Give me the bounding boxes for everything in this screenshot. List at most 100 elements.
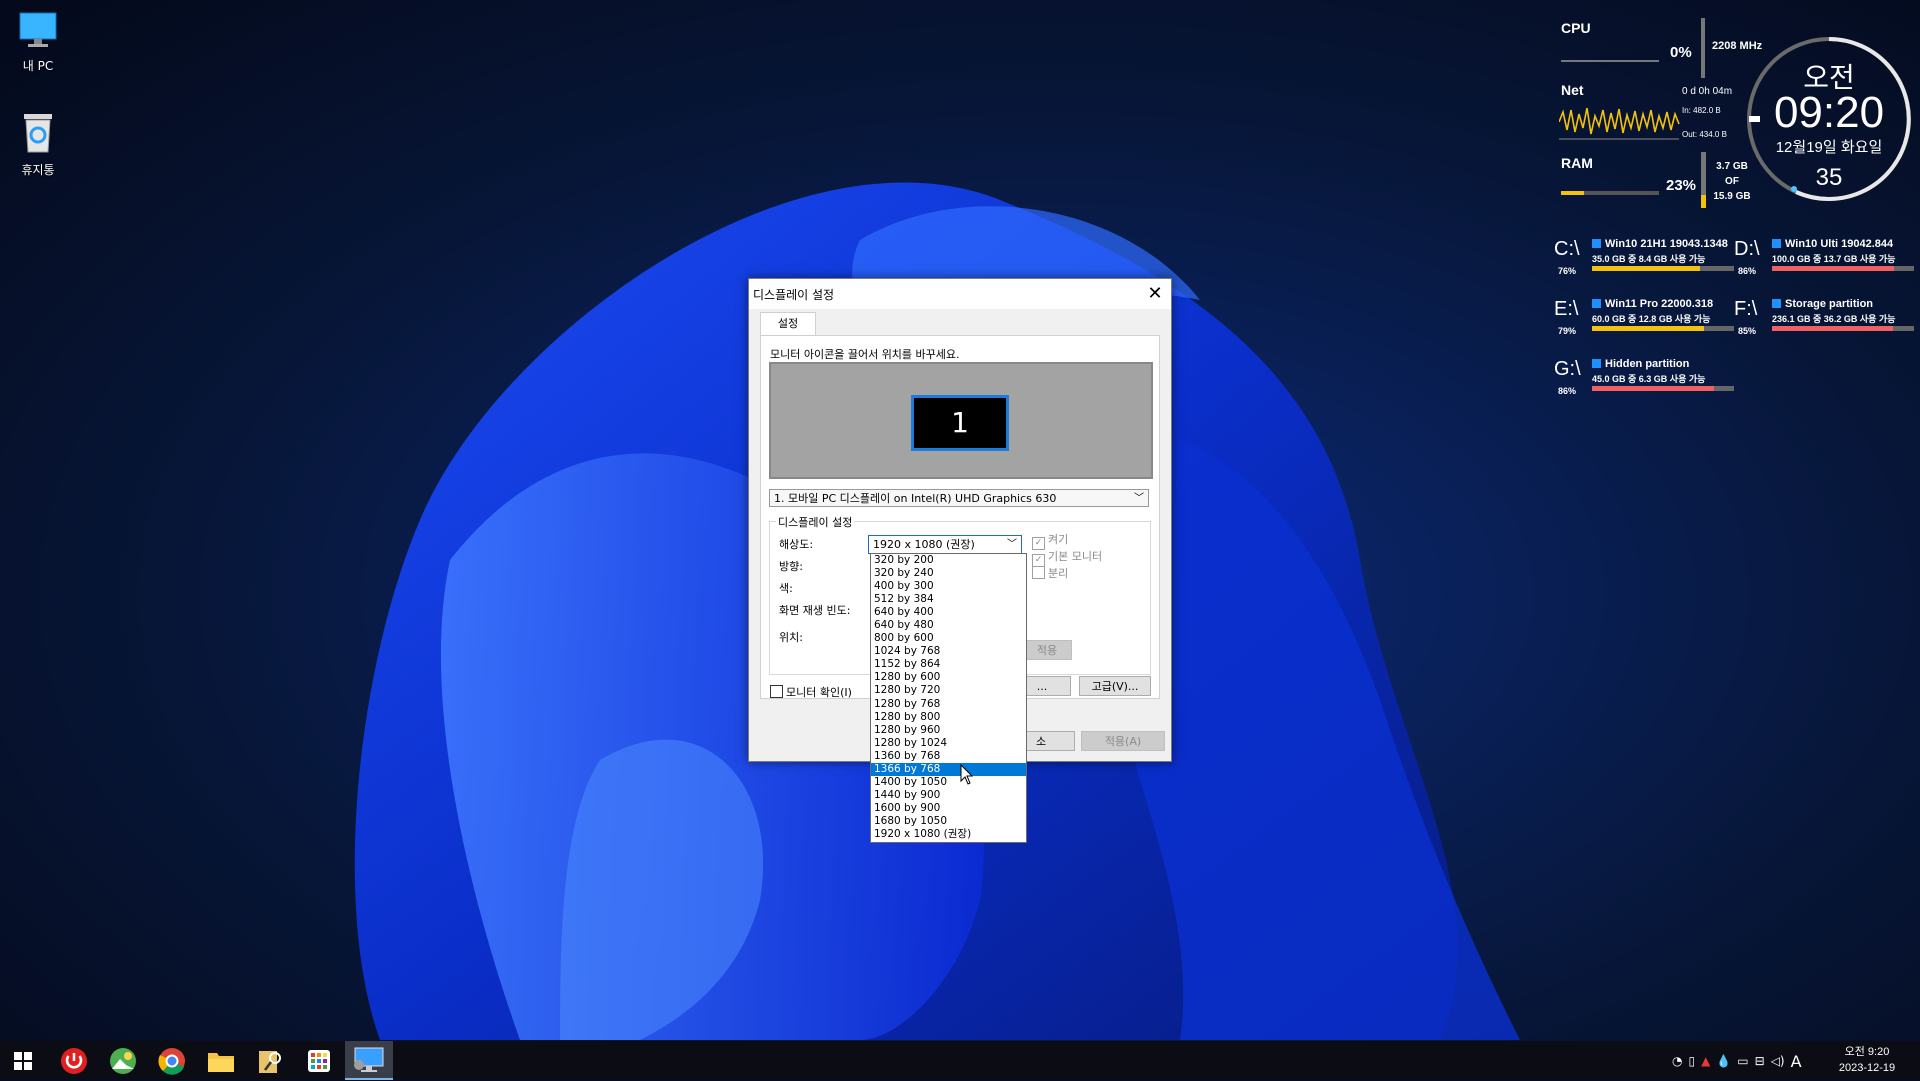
drive-percent: 86%	[1558, 386, 1577, 396]
resolution-option[interactable]: 1360 by 768	[871, 750, 1026, 763]
drive-bar-fill	[1772, 266, 1895, 271]
drive-bar-fill	[1592, 266, 1700, 271]
search-tool-icon	[259, 1051, 281, 1073]
net-uptime: 0 d 0h 04m	[1682, 86, 1733, 97]
taskbar: ◔ ▯ ▲ 💧 ▭ ⊟ ◁) A 오전 9:20 2023-12-19	[0, 1041, 1920, 1080]
desktop-icon-recycle-bin[interactable]: 휴지통	[0, 110, 76, 178]
windows-start-icon	[14, 1052, 32, 1070]
drive-name: Win10 21H1 19043.1348	[1592, 238, 1728, 250]
net-in: In: 482.0 B	[1682, 106, 1721, 115]
display-settings-app-active[interactable]	[345, 1041, 393, 1080]
chrome-app[interactable]	[153, 1045, 191, 1077]
photos-app[interactable]	[104, 1045, 142, 1077]
resolution-option[interactable]: 1024 by 768	[871, 645, 1026, 658]
drive-name-text: Hidden partition	[1605, 358, 1690, 370]
start-button[interactable]	[4, 1045, 42, 1077]
resolution-option[interactable]: 1680 by 1050	[871, 815, 1026, 828]
orientation-label: 방향:	[779, 560, 803, 573]
resolution-select[interactable]: 1920 x 1080 (권장) ﹀	[868, 535, 1022, 554]
power-button[interactable]	[55, 1045, 93, 1077]
display-settings-icon	[354, 1047, 384, 1072]
resolution-option[interactable]: 1600 by 900	[871, 802, 1026, 815]
resolution-option[interactable]: 1920 x 1080 (권장)	[871, 828, 1026, 841]
desktop-icon-my-pc[interactable]: 내 PC	[0, 10, 76, 74]
resolution-option[interactable]: 1400 by 1050	[871, 776, 1026, 789]
identify-monitor-checkbox[interactable]: 모니터 확인(I)	[770, 684, 852, 700]
app-grid-app[interactable]	[300, 1045, 338, 1077]
resolution-option[interactable]: 1152 by 864	[871, 658, 1026, 671]
drive-letter: E:\	[1554, 298, 1579, 320]
ram-vertical-gauge	[1701, 152, 1706, 208]
checkbox-primary-label: 기본 모니터	[1048, 550, 1103, 563]
close-icon[interactable]: ✕	[1139, 279, 1171, 309]
antivirus-icon[interactable]: ▲	[1701, 1054, 1710, 1068]
apply-position-button[interactable]: 적용	[1022, 640, 1072, 660]
resolution-label: 해상도:	[779, 538, 814, 551]
resolution-dropdown-list[interactable]: 320 by 200 320 by 240 400 by 300 512 by 384…	[870, 553, 1027, 843]
resolution-option[interactable]: 1280 by 720	[871, 684, 1026, 697]
windows-logo-icon	[1772, 239, 1781, 248]
resolution-option[interactable]: 512 by 384	[871, 593, 1026, 606]
drive-name-text: Win10 21H1 19043.1348	[1605, 238, 1728, 250]
monitor-arrangement-area[interactable]: 1	[769, 362, 1153, 479]
resolution-option[interactable]: 1280 by 1024	[871, 737, 1026, 750]
tab-settings[interactable]: 설정	[760, 312, 816, 337]
network-icon[interactable]: ⊟	[1755, 1054, 1765, 1068]
drive-letter: G:\	[1554, 358, 1581, 380]
monitor-select[interactable]: 1. 모바일 PC 디스플레이 on Intel(R) UHD Graphics…	[769, 489, 1149, 507]
usb-icon[interactable]: ▯	[1688, 1054, 1695, 1068]
drive-name-text: Win11 Pro 22000.318	[1605, 298, 1714, 310]
resolution-option[interactable]: 640 by 480	[871, 619, 1026, 632]
resolution-option[interactable]: 1440 by 900	[871, 789, 1026, 802]
ram-label: RAM	[1561, 155, 1593, 171]
net-out: Out: 434.0 B	[1682, 130, 1727, 139]
drive-bar	[1592, 266, 1734, 271]
drive-bar	[1592, 326, 1734, 331]
instruction-text: 모니터 아이콘을 끌어서 위치를 바꾸세요.	[770, 348, 960, 361]
drive-name: Win10 Ulti 19042.844	[1772, 238, 1893, 250]
dialog-titlebar[interactable]: 디스플레이 설정 ✕	[749, 279, 1171, 309]
drive-bar-fill	[1772, 326, 1893, 331]
monitor-1-icon[interactable]: 1	[911, 395, 1009, 451]
drive-bar	[1772, 266, 1914, 271]
checkbox-on-label: 켜기	[1048, 533, 1069, 546]
desktop-icon-label: 휴지통	[21, 163, 55, 177]
checkbox-detach-label: 분리	[1048, 567, 1069, 580]
windows-logo-icon	[1592, 299, 1601, 308]
search-tool-app[interactable]	[251, 1045, 289, 1077]
drive-logo-icon	[1772, 299, 1781, 308]
drive-percent: 76%	[1558, 266, 1577, 276]
file-explorer-app[interactable]	[202, 1045, 240, 1077]
volume-icon[interactable]: ◁)	[1771, 1054, 1785, 1068]
advanced-button[interactable]: 고급(V)...	[1079, 676, 1151, 696]
refresh-rate-label: 화면 재생 빈도:	[779, 604, 851, 617]
ram-percent: 23%	[1666, 177, 1697, 194]
resolution-option[interactable]: 1280 by 768	[871, 698, 1026, 711]
wifi-icon[interactable]: ◔	[1672, 1054, 1682, 1068]
drive-info: 35.0 GB 중 8.4 GB 사용 가능	[1592, 254, 1706, 264]
resolution-option[interactable]: 1280 by 800	[871, 711, 1026, 724]
position-label: 위치:	[779, 631, 803, 644]
apply-button[interactable]: 적용(A)	[1081, 731, 1165, 751]
resolution-option[interactable]: 320 by 200	[871, 554, 1026, 567]
drop-icon[interactable]: 💧	[1716, 1054, 1731, 1068]
resolution-option[interactable]: 800 by 600	[871, 632, 1026, 645]
drive-name-text: Win10 Ulti 19042.844	[1785, 238, 1894, 250]
resolution-option[interactable]: 400 by 300	[871, 580, 1026, 593]
resolution-option[interactable]: 1280 by 960	[871, 724, 1026, 737]
drive-letter: D:\	[1734, 238, 1760, 260]
resolution-option[interactable]: 320 by 240	[871, 567, 1026, 580]
resolution-option[interactable]: 1366 by 768	[871, 762, 1026, 776]
cpu-vertical-gauge	[1701, 18, 1705, 78]
resolution-option[interactable]: 1280 by 600	[871, 671, 1026, 684]
battery-icon[interactable]: ▭	[1737, 1054, 1748, 1068]
app-grid-icon	[308, 1050, 330, 1072]
taskbar-clock[interactable]: 오전 9:20 2023-12-19	[1824, 1044, 1910, 1076]
drive-percent: 79%	[1558, 326, 1577, 336]
checkbox-detach[interactable]: 분리	[1032, 565, 1068, 581]
taskbar-date: 2023-12-19	[1838, 1062, 1896, 1074]
resolution-option[interactable]: 640 by 400	[871, 606, 1026, 619]
identify-monitor-label: 모니터 확인(I)	[786, 686, 852, 699]
power-icon	[61, 1048, 87, 1074]
ime-indicator[interactable]: A	[1791, 1052, 1802, 1071]
